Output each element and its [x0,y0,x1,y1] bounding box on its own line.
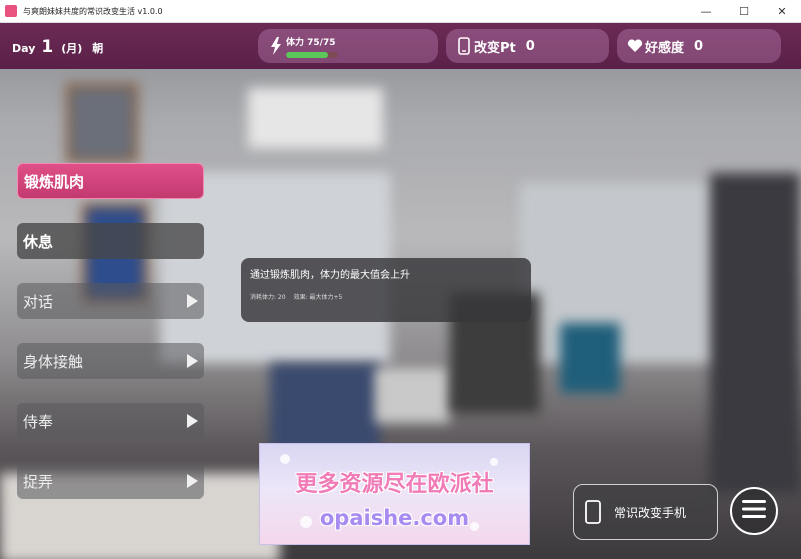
menu-item-service[interactable]: 侍奉 [17,403,204,439]
day-number: 1 [41,37,54,57]
menu-item-body-contact[interactable]: 身体接触 [17,343,204,379]
change-points-label: 改变Pt [474,40,516,56]
tooltip-effect: 效果: 最大体力+5 [293,294,343,301]
chevron-right-icon [187,474,198,488]
hamburger-menu-icon [742,499,766,523]
maximize-button[interactable]: ☐ [725,0,763,23]
favor-panel: 好感度 0 [617,29,781,63]
chevron-right-icon [187,354,198,368]
watermark-text-line2: opaishe.com [319,506,470,530]
common-sense-phone-button[interactable]: 常识改变手机 [573,484,718,540]
favor-label: 好感度 [645,40,685,56]
favor-value: 0 [694,38,704,54]
tooltip-details: 消耗体力: 20 效果: 最大体力+5 [250,292,342,301]
watermark-banner: 更多资源尽在欧派社 opaishe.com [259,443,530,545]
menu-item-label: 身体接触 [23,352,84,371]
day-indicator: Day 1 (月) 朝 [12,37,103,57]
window-controls: — ☐ ✕ [687,0,801,23]
stamina-panel: 体力 75/75 [258,29,438,63]
stamina-bar-fill [286,51,328,58]
menu-item-talk[interactable]: 对话 [17,283,204,319]
menu-item-label: 对话 [23,292,54,311]
time-of-day-label: 朝 [92,42,104,55]
menu-item-tease[interactable]: 捉弄 [17,463,204,499]
minimize-button[interactable]: — [687,0,725,23]
close-button[interactable]: ✕ [763,0,801,23]
app-icon [5,5,17,17]
chevron-right-icon [187,414,198,428]
main-menu-button[interactable] [730,487,778,535]
menu-item-label: 捉弄 [23,472,54,491]
lightning-icon [268,36,284,56]
stamina-bar [286,51,338,58]
menu-item-label: 侍奉 [23,412,54,431]
menu-item-label: 锻炼肌肉 [24,172,85,191]
action-tooltip: 通过锻炼肌肉，体力的最大值会上升 消耗体力: 20 效果: 最大体力+5 [241,258,531,322]
menu-item-label: 休息 [23,232,54,251]
watermark-text-line1: 更多资源尽在欧派社 [295,472,494,497]
window-title: 与爽朗妹妹共度的常识改变生活 v1.0.0 [23,6,163,16]
smartphone-icon [584,499,602,525]
weekday-label: (月) [61,42,83,55]
heart-icon [627,36,643,56]
phone-icon [456,36,472,56]
chevron-right-icon [187,294,198,308]
change-points-panel: 改变Pt 0 [446,29,609,63]
menu-item-rest[interactable]: 休息 [17,223,204,259]
stamina-text: 体力 75/75 [286,37,336,48]
day-word: Day [12,42,36,55]
tooltip-description: 通过锻炼肌肉，体力的最大值会上升 [250,270,410,281]
menu-item-train-muscle[interactable]: 锻炼肌肉 [17,163,204,199]
phone-button-label: 常识改变手机 [614,505,687,520]
tooltip-cost: 消耗体力: 20 [250,294,286,301]
change-points-value: 0 [525,38,535,54]
window-titlebar: 与爽朗妹妹共度的常识改变生活 v1.0.0 — ☐ ✕ [0,0,801,23]
